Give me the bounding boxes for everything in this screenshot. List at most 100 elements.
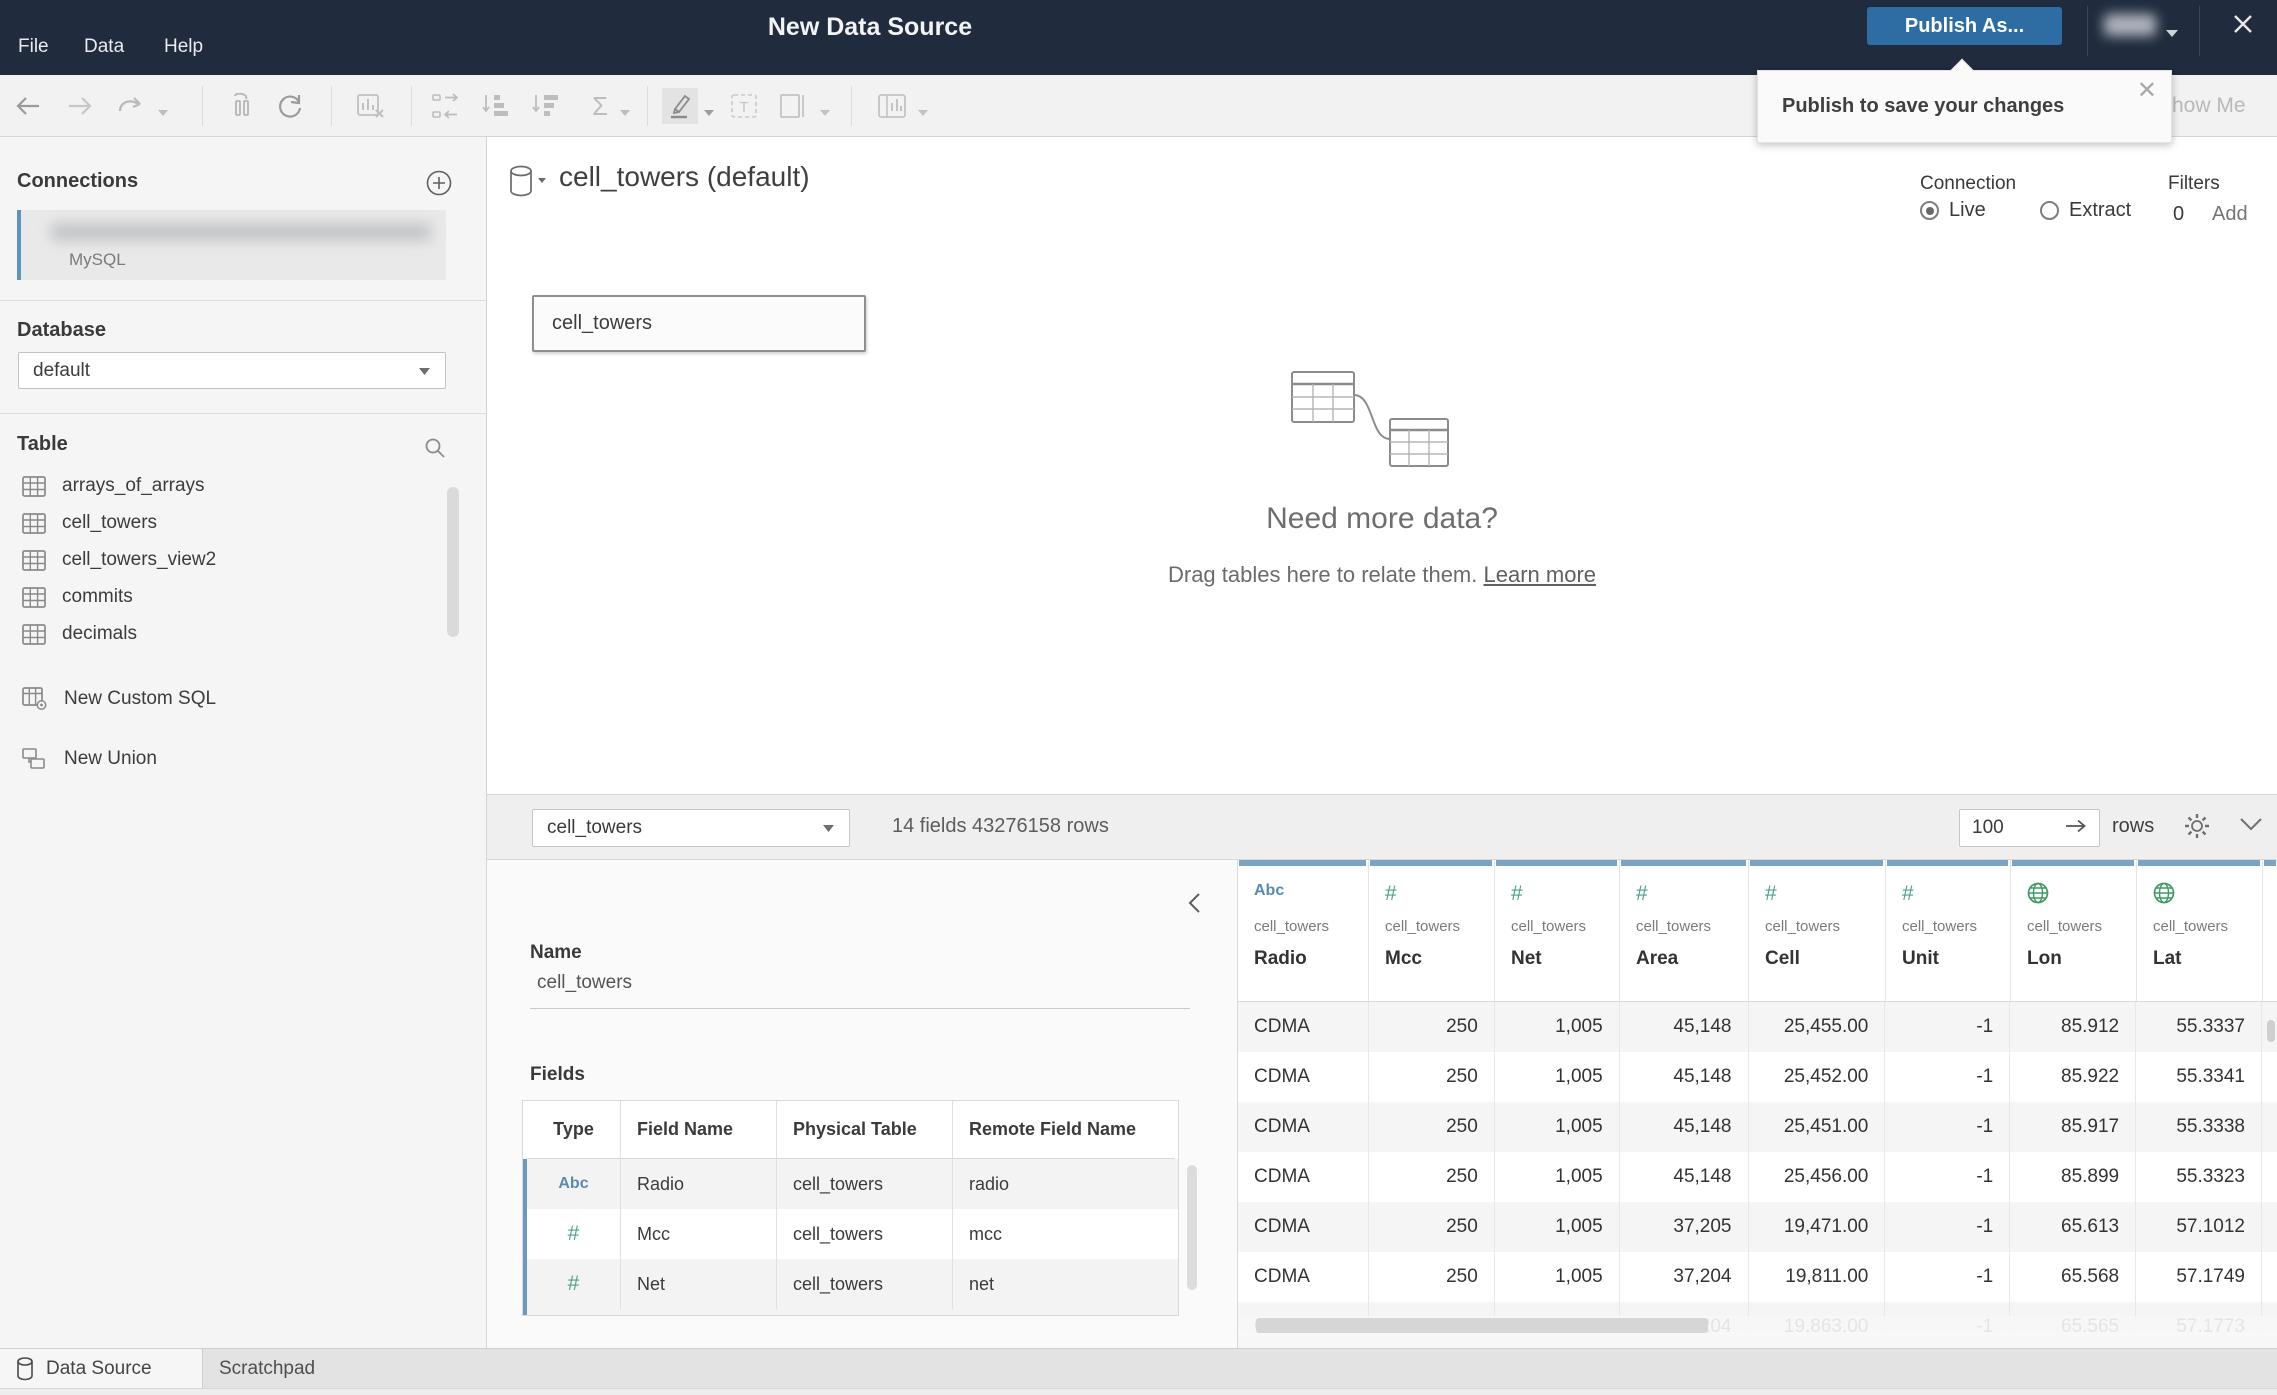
table-select-dropdown[interactable]: cell_towers: [532, 809, 850, 847]
new-custom-sql-button[interactable]: New Custom SQL: [22, 682, 216, 716]
table-row[interactable]: CDMA 250 1,005 37,204 19,811.00 -1 65.56…: [1238, 1252, 2277, 1302]
table-row[interactable]: CDMA 250 1,005 45,148 25,452.00 -1 85.92…: [1238, 1052, 2277, 1102]
user-caret-icon[interactable]: [2165, 25, 2179, 43]
table-item-label: decimals: [62, 623, 137, 644]
field-row-mcc[interactable]: # Mcc cell_towers mcc: [523, 1209, 1178, 1259]
menu-data[interactable]: Data: [84, 36, 124, 58]
chevron-down-icon[interactable]: [2239, 817, 2263, 834]
new-union-button[interactable]: New Union: [22, 742, 157, 776]
column-header-radio[interactable]: Abc cell_towers Radio: [1238, 860, 1369, 1001]
table-row[interactable]: CDMA 250 1,005 45,148 25,455.00 -1 85.91…: [1238, 1002, 2277, 1052]
sidebar-item-decimals[interactable]: decimals: [22, 617, 137, 651]
tab-data-source[interactable]: Data Source: [0, 1349, 203, 1389]
column-header-area[interactable]: # cell_towers Area: [1620, 860, 1749, 1001]
highlight-pen-icon[interactable]: [662, 88, 698, 124]
text-label-icon[interactable]: T: [726, 88, 762, 124]
cell: -1: [1885, 1252, 2011, 1302]
publish-as-button[interactable]: Publish As...: [1867, 7, 2062, 45]
datasource-db-icon[interactable]: [507, 165, 547, 204]
radio-unselected-icon[interactable]: [2040, 201, 2059, 220]
user-menu[interactable]: [2104, 14, 2156, 36]
column-header-lat[interactable]: cell_towers Lat: [2137, 860, 2263, 1001]
cell-size-caret-icon[interactable]: [820, 104, 830, 122]
field-row-radio[interactable]: Abc Radio cell_towers radio: [523, 1159, 1178, 1209]
extract-radio[interactable]: Extract: [2040, 199, 2131, 222]
tooltip-close-icon[interactable]: ✕: [2137, 79, 2157, 103]
radio-selected-icon[interactable]: [1920, 201, 1939, 220]
gear-icon[interactable]: [2182, 811, 2212, 844]
cell: -1: [1885, 1202, 2011, 1252]
table-item-label: cell_towers: [62, 512, 158, 533]
pause-updates-icon[interactable]: [224, 88, 260, 124]
scrollbar-thumb[interactable]: [1256, 1318, 1708, 1333]
database-select[interactable]: default: [18, 352, 446, 389]
table-row[interactable]: CDMA 250 1,005 37,205 19,471.00 -1 65.61…: [1238, 1202, 2277, 1252]
grid-horizontal-scrollbar[interactable]: [1238, 1316, 2277, 1336]
fields-table-scrollbar[interactable]: [1187, 1165, 1197, 1290]
name-value[interactable]: cell_towers: [537, 972, 632, 994]
live-radio[interactable]: Live: [1920, 199, 1986, 222]
totals-sigma-icon[interactable]: Σ: [582, 88, 618, 124]
data-preview-grid: Abc cell_towers Radio # cell_towers Mcc …: [1237, 860, 2277, 1348]
sidebar-item-commits[interactable]: commits: [22, 580, 133, 614]
sidebar-scrollbar[interactable]: [447, 487, 459, 637]
menu-file[interactable]: File: [18, 36, 49, 58]
pen-caret-icon[interactable]: [704, 104, 714, 122]
undo-redo-icon[interactable]: [112, 88, 148, 124]
grid-vertical-scrollbar[interactable]: [2267, 1020, 2275, 1042]
sort-descending-icon[interactable]: [528, 88, 564, 124]
column-header-lon[interactable]: cell_towers Lon: [2011, 860, 2137, 1001]
datasource-tab-icon: [17, 1357, 33, 1381]
swap-rows-columns-icon[interactable]: [428, 88, 464, 124]
learn-more-link[interactable]: Learn more: [1484, 562, 1597, 587]
tab-scratchpad[interactable]: Scratchpad: [219, 1349, 315, 1389]
column-header-unit[interactable]: # cell_towers Unit: [1886, 860, 2011, 1001]
field-name[interactable]: Mcc: [621, 1209, 777, 1259]
sidebar-item-cell-towers[interactable]: cell_towers: [22, 506, 157, 540]
toolbar-separator: [202, 86, 203, 126]
sigma-caret-icon[interactable]: [620, 104, 630, 122]
field-row-net[interactable]: # Net cell_towers net: [523, 1259, 1178, 1309]
back-icon[interactable]: [10, 88, 46, 124]
show-me-panel-icon[interactable]: [874, 88, 910, 124]
arrow-right-icon[interactable]: [2065, 817, 2087, 839]
cell: 37,205: [1620, 1202, 1749, 1252]
cell: 45,148: [1620, 1002, 1749, 1052]
field-name[interactable]: Radio: [621, 1159, 777, 1209]
field-row-partial: [523, 1309, 1178, 1315]
empty-hint-text: Drag tables here to relate them.: [1167, 562, 1478, 587]
table-row[interactable]: CDMA 250 1,005 45,148 25,456.00 -1 85.89…: [1238, 1152, 2277, 1202]
field-name[interactable]: Net: [621, 1259, 777, 1309]
filters-add-button[interactable]: Add: [2212, 203, 2248, 226]
sidebar-item-cell-towers-view2[interactable]: cell_towers_view2: [22, 543, 216, 577]
forward-icon[interactable]: [62, 88, 98, 124]
menu-help[interactable]: Help: [164, 36, 203, 58]
column-header-mcc[interactable]: # cell_towers Mcc: [1369, 860, 1495, 1001]
row-count-input[interactable]: 100: [1959, 809, 2100, 847]
number-type-icon[interactable]: #: [527, 1259, 621, 1309]
close-window-icon[interactable]: [2230, 12, 2256, 38]
column-header-cell[interactable]: # cell_towers Cell: [1749, 860, 1886, 1001]
column-header-net[interactable]: # cell_towers Net: [1495, 860, 1620, 1001]
table-grid-icon: [22, 586, 46, 608]
chevron-down-icon: [822, 817, 835, 839]
add-connection-icon[interactable]: [426, 170, 452, 201]
search-icon[interactable]: [424, 437, 446, 464]
collapse-panel-icon[interactable]: [1187, 892, 1201, 917]
refresh-icon[interactable]: [272, 88, 308, 124]
cell-size-icon[interactable]: [776, 88, 812, 124]
globe-icon: [2153, 882, 2175, 909]
string-type-icon[interactable]: Abc: [527, 1159, 621, 1209]
show-me-caret-icon[interactable]: [918, 104, 928, 122]
table-row[interactable]: CDMA 250 1,005 45,148 25,451.00 -1 85.91…: [1238, 1102, 2277, 1152]
cell: [2262, 1102, 2277, 1152]
clear-sheet-icon[interactable]: [352, 88, 388, 124]
app-window: File Data Help New Data Source Publish A…: [0, 0, 2277, 1395]
connection-item[interactable]: MySQL: [17, 210, 446, 280]
table-node-cell-towers[interactable]: cell_towers: [532, 295, 866, 352]
undo-caret-icon[interactable]: [158, 104, 168, 122]
number-type-icon[interactable]: #: [527, 1209, 621, 1259]
sidebar-item-arrays-of-arrays[interactable]: arrays_of_arrays: [22, 469, 205, 503]
sort-ascending-icon[interactable]: [478, 88, 514, 124]
cell: 55.3338: [2136, 1102, 2262, 1152]
